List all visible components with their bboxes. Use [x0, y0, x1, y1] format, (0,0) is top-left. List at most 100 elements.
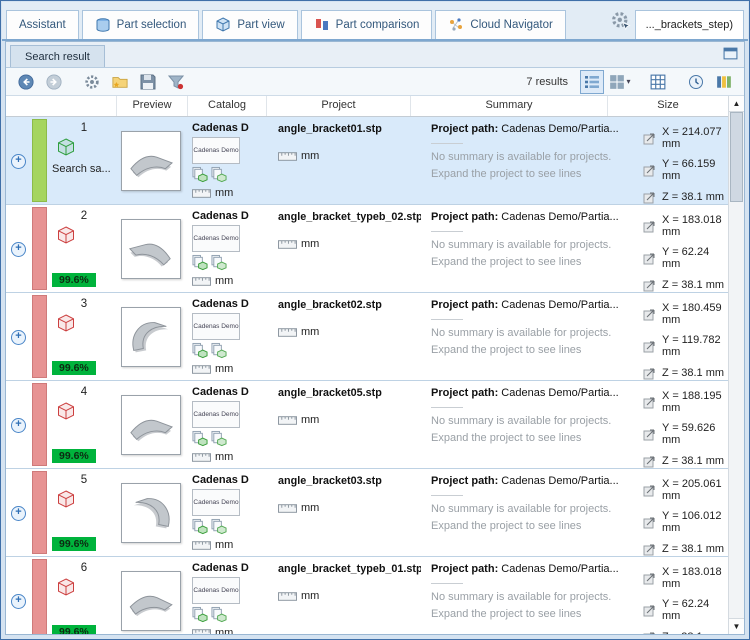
- document-tab[interactable]: ..._brackets_step): [635, 10, 744, 39]
- table-row[interactable]: 6 99.6% Cadenas D Cadenas Demo: [6, 557, 729, 634]
- part-selection-icon: [95, 17, 111, 33]
- catalog-unit: mm: [215, 275, 233, 287]
- table-row[interactable]: 5 99.6% Cadenas D Cadenas Demo: [6, 469, 729, 557]
- match-bar: [32, 295, 47, 378]
- summary-line: No summary is available for projects.: [431, 413, 627, 430]
- match-badge: 99.6%: [52, 625, 96, 634]
- scroll-down-icon[interactable]: [729, 618, 744, 634]
- panel-tab-strip: Search result: [6, 42, 744, 68]
- preview-thumbnail[interactable]: [121, 131, 181, 191]
- header-preview[interactable]: Preview: [117, 96, 188, 116]
- expand-row-button[interactable]: [11, 154, 26, 169]
- row-catalog-cell: Cadenas D Cadenas Demo mm: [186, 469, 272, 564]
- history-button[interactable]: [684, 70, 708, 94]
- project-filename[interactable]: angle_bracket_typeb_02.stp: [278, 211, 421, 223]
- catalog-thumbnail[interactable]: Cadenas Demo: [192, 489, 240, 516]
- tab-part-selection[interactable]: Part selection: [82, 10, 200, 39]
- tile-view-button[interactable]: [608, 70, 632, 94]
- project-path-label: Project path:: [431, 563, 498, 575]
- catalog-unit: mm: [215, 539, 233, 551]
- catalog-thumbnail[interactable]: Cadenas Demo: [192, 401, 240, 428]
- summary-divider: [431, 319, 463, 320]
- part-cube-icon: [56, 489, 76, 509]
- scroll-up-icon[interactable]: [729, 96, 744, 112]
- back-button[interactable]: [14, 70, 38, 94]
- row-preview-cell: [116, 293, 186, 380]
- catalog-thumbnail[interactable]: Cadenas Demo: [192, 577, 240, 604]
- tab-assistant[interactable]: Assistant: [6, 10, 79, 39]
- bracket-preview-image: [125, 138, 177, 184]
- save-search-button[interactable]: [136, 70, 160, 94]
- row-summary-cell: Project path: Cadenas Demo/Partia... No …: [423, 117, 635, 216]
- preview-thumbnail[interactable]: [121, 571, 181, 631]
- expand-row-button[interactable]: [11, 330, 26, 345]
- session-settings-icon[interactable]: [610, 10, 632, 32]
- bracket-preview-image: [125, 490, 177, 536]
- column-settings-button[interactable]: [712, 70, 736, 94]
- catalog-thumbnail[interactable]: Cadenas Demo: [192, 225, 240, 252]
- forward-button[interactable]: [42, 70, 66, 94]
- size-x: X = 188.195 mm: [662, 390, 727, 414]
- header-project[interactable]: Project: [267, 96, 411, 116]
- row-number: 3: [81, 298, 87, 310]
- tab-search-result[interactable]: Search result: [10, 45, 105, 67]
- summary-line: Expand the project to see lines: [431, 342, 627, 359]
- table-row[interactable]: 1 Search sa... Cadenas D Cadenas Demo: [6, 117, 729, 205]
- project-path-value: Cadenas Demo/Partia...: [501, 563, 618, 575]
- row-status-cell: 6 99.6%: [6, 557, 116, 634]
- expand-row-button[interactable]: [11, 506, 26, 521]
- table-view-button[interactable]: [646, 70, 670, 94]
- favorites-folder-button[interactable]: [108, 70, 132, 94]
- axis-z-icon: [643, 454, 657, 468]
- catalog-name: Cadenas D: [192, 474, 270, 486]
- filter-button[interactable]: [164, 70, 188, 94]
- tab-cloud-navigator[interactable]: Cloud Navigator: [435, 10, 565, 39]
- header-catalog[interactable]: Catalog: [188, 96, 267, 116]
- expand-row-button[interactable]: [11, 594, 26, 609]
- project-filename[interactable]: angle_bracket03.stp: [278, 475, 421, 487]
- search-settings-button[interactable]: [80, 70, 104, 94]
- project-filename[interactable]: angle_bracket02.stp: [278, 299, 421, 311]
- scrollbar-thumb[interactable]: [730, 112, 743, 202]
- match-bar: [32, 119, 47, 202]
- header-summary[interactable]: Summary: [411, 96, 608, 116]
- summary-line: Expand the project to see lines: [431, 166, 627, 183]
- part-cube-icon: [56, 225, 76, 245]
- preview-thumbnail[interactable]: [121, 219, 181, 279]
- axis-x-icon: [643, 131, 657, 145]
- header-status[interactable]: [6, 96, 117, 116]
- catalog-stack-icon: [211, 430, 227, 447]
- table-row[interactable]: 2 99.6% Cadenas D Cadenas Demo: [6, 205, 729, 293]
- table-row[interactable]: 3 99.6% Cadenas D Cadenas Demo: [6, 293, 729, 381]
- list-view-button[interactable]: [580, 70, 604, 94]
- row-catalog-cell: Cadenas D Cadenas Demo mm: [186, 117, 272, 212]
- preview-thumbnail[interactable]: [121, 395, 181, 455]
- row-status-cell: 1 Search sa...: [6, 117, 116, 204]
- ruler-icon: [192, 453, 211, 462]
- catalog-thumbnail[interactable]: Cadenas Demo: [192, 313, 240, 340]
- row-status-cell: 4 99.6%: [6, 381, 116, 468]
- match-bar: [32, 383, 47, 466]
- tab-part-view[interactable]: Part view: [202, 10, 297, 39]
- project-filename[interactable]: angle_bracket_typeb_01.stp: [278, 563, 421, 575]
- match-badge: 99.6%: [52, 361, 96, 375]
- ruler-icon: [192, 629, 211, 635]
- table-header: Preview Catalog Project Summary Size: [6, 96, 729, 117]
- row-number: 2: [81, 210, 87, 222]
- expand-row-button[interactable]: [11, 242, 26, 257]
- catalog-stack-icon: [192, 342, 208, 359]
- project-filename[interactable]: angle_bracket01.stp: [278, 123, 421, 135]
- table-row[interactable]: 4 99.6% Cadenas D Cadenas Demo: [6, 381, 729, 469]
- preview-thumbnail[interactable]: [121, 483, 181, 543]
- panel-options-icon[interactable]: [723, 47, 738, 60]
- header-size[interactable]: Size: [608, 96, 729, 116]
- preview-thumbnail[interactable]: [121, 307, 181, 367]
- results-table: Preview Catalog Project Summary Size 1 S…: [6, 96, 744, 634]
- expand-row-button[interactable]: [11, 418, 26, 433]
- vertical-scrollbar[interactable]: [728, 96, 744, 634]
- project-filename[interactable]: angle_bracket05.stp: [278, 387, 421, 399]
- catalog-thumbnail[interactable]: Cadenas Demo: [192, 137, 240, 164]
- tab-part-comparison[interactable]: Part comparison: [301, 10, 433, 39]
- tile-view-icon: [609, 74, 625, 90]
- summary-line: No summary is available for projects.: [431, 149, 627, 166]
